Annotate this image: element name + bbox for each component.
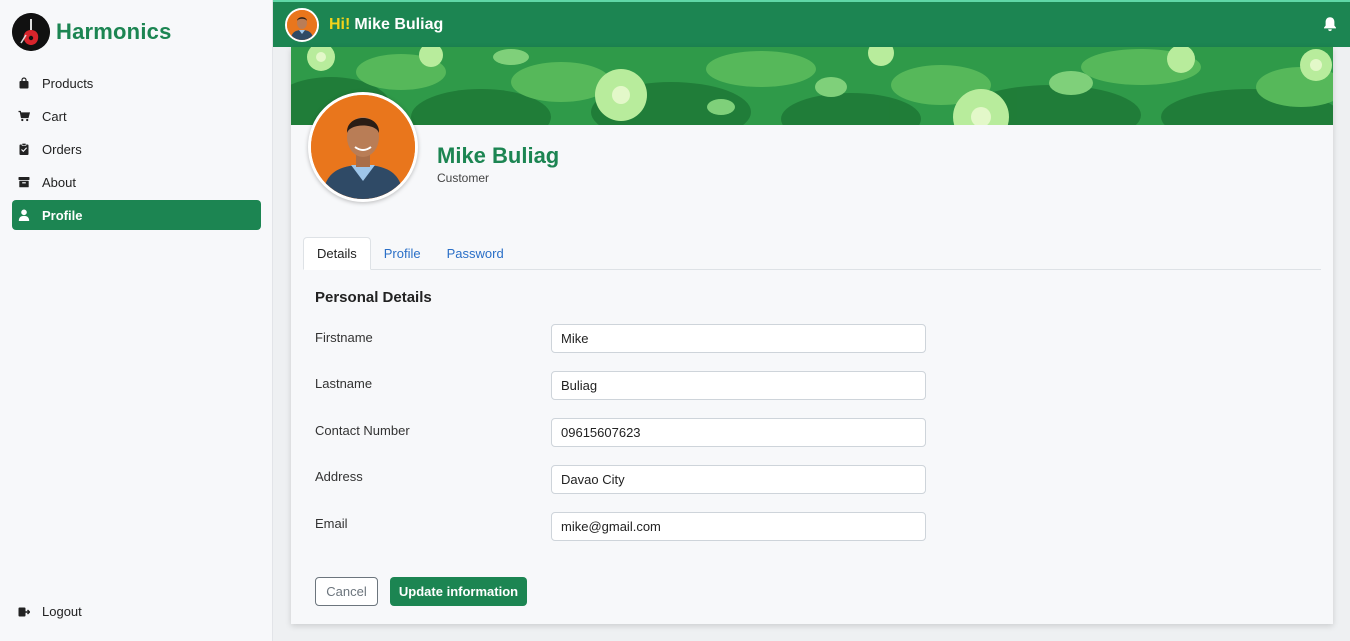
guitar-logo-icon: [12, 13, 50, 51]
sidebar-item-label: Products: [42, 75, 94, 91]
greeting-user-name: Mike Buliag: [354, 15, 444, 33]
clipboard-icon: [18, 143, 30, 155]
sidebar-item-products[interactable]: Products: [12, 68, 261, 98]
greeting-hi: Hi!: [329, 15, 351, 33]
brand-name: Harmonics: [56, 19, 172, 44]
profile-name: Mike Buliag: [437, 143, 560, 168]
address-label: Address: [315, 469, 363, 484]
sidebar-nav: Products Cart Orders About Profile: [12, 68, 261, 233]
logout-label: Logout: [42, 604, 82, 619]
archive-icon: [18, 176, 30, 188]
top-bar: Hi! Mike Buliag: [273, 0, 1350, 47]
sidebar-item-profile[interactable]: Profile: [12, 200, 261, 230]
sidebar-item-label: Orders: [42, 141, 82, 157]
user-icon: [18, 209, 30, 221]
logout-icon: [18, 606, 30, 618]
sidebar-item-label: Profile: [42, 207, 83, 223]
sidebar-item-label: About: [42, 174, 76, 190]
email-label: Email: [315, 516, 348, 531]
tab-profile[interactable]: Profile: [371, 237, 434, 270]
lastname-label: Lastname: [315, 376, 373, 391]
profile-tabs: Details Profile Password: [303, 237, 1321, 270]
contact-number-label: Contact Number: [315, 423, 410, 438]
profile-banner: [291, 47, 1333, 125]
email-field[interactable]: [551, 512, 926, 541]
lastname-field[interactable]: [551, 371, 926, 400]
profile-card: Mike Buliag Customer Details Profile Pas…: [291, 47, 1333, 624]
avatar[interactable]: [285, 7, 319, 42]
brand[interactable]: Harmonics: [12, 13, 172, 51]
tab-password[interactable]: Password: [434, 237, 517, 270]
shopping-bag-icon: [18, 77, 30, 89]
update-information-button[interactable]: Update information: [390, 577, 527, 606]
sidebar-item-cart[interactable]: Cart: [12, 101, 261, 131]
cancel-button[interactable]: Cancel: [315, 577, 378, 606]
firstname-field[interactable]: [551, 324, 926, 353]
profile-avatar[interactable]: [308, 92, 418, 202]
section-title: Personal Details: [315, 289, 432, 306]
sidebar-item-about[interactable]: About: [12, 167, 261, 197]
sidebar: Harmonics Products Cart Orders About Pro…: [0, 0, 273, 641]
tab-details[interactable]: Details: [303, 237, 371, 270]
firstname-label: Firstname: [315, 330, 373, 345]
bell-icon[interactable]: [1322, 16, 1338, 32]
sidebar-item-label: Cart: [42, 108, 67, 124]
sidebar-item-orders[interactable]: Orders: [12, 134, 261, 164]
logout-button[interactable]: Logout: [18, 604, 82, 619]
greeting: Hi! Mike Buliag: [329, 16, 443, 34]
address-field[interactable]: [551, 465, 926, 494]
cart-icon: [18, 110, 30, 122]
contact-number-field[interactable]: [551, 418, 926, 447]
profile-role: Customer: [437, 171, 490, 185]
